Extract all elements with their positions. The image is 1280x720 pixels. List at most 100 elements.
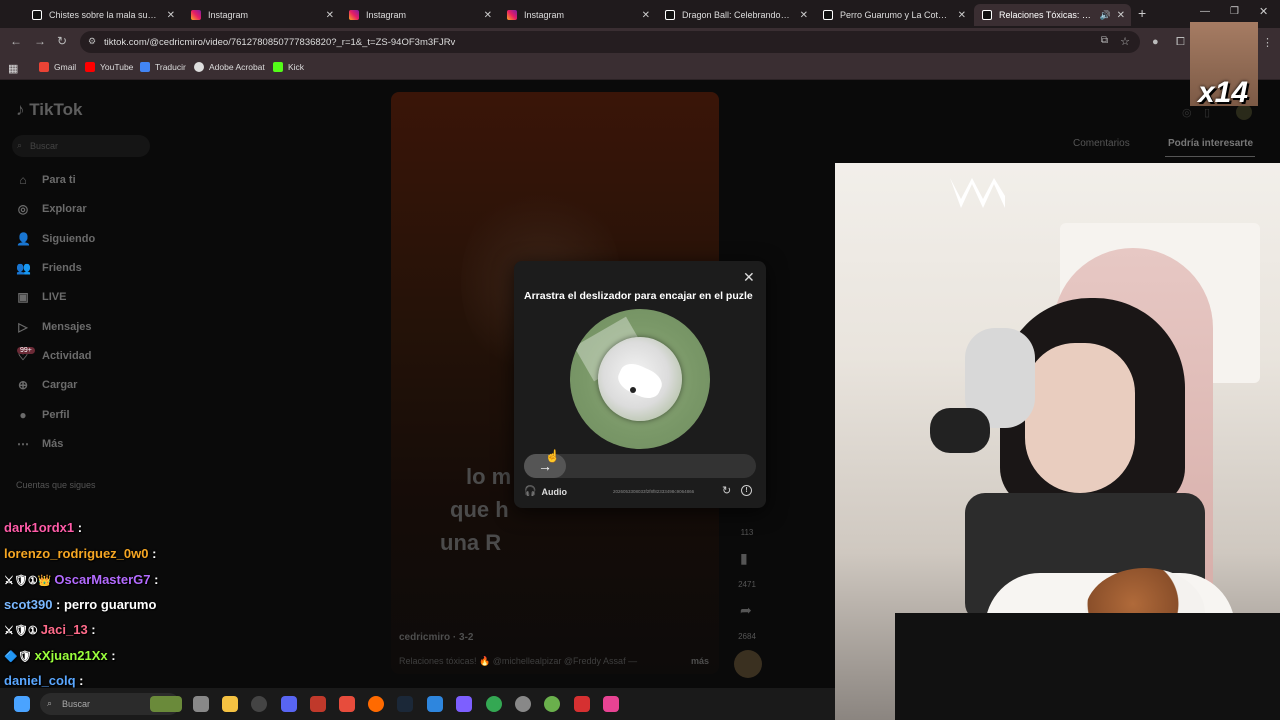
chat-message: daniel_colq : (4, 673, 83, 688)
search-input[interactable]: ⌕ Buscar (12, 135, 150, 157)
live-icon: ▣ (17, 290, 29, 304)
app-icon[interactable] (603, 696, 619, 712)
coins-icon[interactable]: ◎ (1182, 106, 1192, 119)
chrome-icon[interactable] (486, 696, 502, 712)
app-icon[interactable] (339, 696, 355, 712)
discord-icon[interactable] (281, 696, 297, 712)
chat-username[interactable]: OscarMasterG7 (54, 572, 150, 587)
reload-icon[interactable]: ↻ (57, 34, 67, 48)
nav-siguiendo[interactable]: 👤 Siguiendo (16, 232, 95, 246)
nav-label: Más (42, 438, 64, 450)
chat-username[interactable]: lorenzo_rodriguez_0w0 (4, 546, 148, 561)
app-icon[interactable] (310, 696, 326, 712)
close-tab-icon[interactable]: ✕ (484, 10, 492, 21)
app-icon[interactable] (544, 696, 560, 712)
info-icon[interactable]: ! (741, 485, 752, 496)
nav-label: Cargar (42, 379, 78, 391)
chat-username[interactable]: dark1ordx1 (4, 520, 74, 535)
close-tab-icon[interactable]: ✕ (642, 10, 650, 21)
audio-button[interactable]: 🎧 Audio (524, 486, 567, 497)
chat-username[interactable]: daniel_colq (4, 673, 76, 688)
close-tab-icon[interactable]: ✕ (326, 10, 334, 21)
browser-tab-1[interactable]: Chistes sobre la mala suerte y l ✕ (24, 4, 181, 26)
nav-para-ti[interactable]: ⌂ Para ti (16, 173, 75, 187)
bookmark-youtube[interactable]: YouTube (85, 62, 133, 72)
close-window-icon[interactable]: ✕ (1259, 5, 1268, 18)
bookmark-label: YouTube (100, 62, 134, 72)
menu-dots-icon[interactable]: ⋮ (1262, 36, 1273, 49)
tab-podria-interesarte[interactable]: Podría interesarte (1168, 138, 1253, 149)
bookmark-traducir[interactable]: Traducir (140, 62, 186, 72)
address-bar[interactable]: ⚙ tiktok.com/@cedricmiro/video/761278085… (80, 31, 1140, 53)
bookmark-kick[interactable]: Kick (273, 62, 304, 72)
install-app-icon[interactable]: ⧉ (1101, 35, 1108, 46)
browser-tab-7-active[interactable]: Relaciones Tóxicas: ¿Lo Má 🔊 ✕ (974, 4, 1131, 26)
nav-cargar[interactable]: ⊕ Cargar (16, 378, 78, 392)
settings-icon[interactable] (515, 696, 531, 712)
upload-plus-icon: ⊕ (17, 378, 29, 392)
active-tab-underline (1165, 156, 1255, 157)
obs-icon[interactable] (251, 696, 267, 712)
profile-icon[interactable]: ● (1152, 36, 1159, 48)
close-tab-icon[interactable]: ✕ (958, 10, 966, 21)
nav-label: Perfil (42, 409, 70, 421)
refresh-icon[interactable]: ↻ (722, 484, 731, 497)
chat-username[interactable]: scot390 (4, 597, 52, 612)
firefox-icon[interactable] (368, 696, 384, 712)
close-tab-icon[interactable]: ✕ (1117, 10, 1125, 21)
captcha-puzzle-piece (598, 337, 682, 421)
extensions-icon[interactable]: ⧠ (1176, 36, 1185, 49)
tab-comentarios[interactable]: Comentarios (1073, 138, 1130, 149)
chat-username[interactable]: xXjuan21Xx (35, 648, 108, 663)
app-icon[interactable] (427, 696, 443, 712)
nav-friends[interactable]: 👥 Friends (16, 261, 82, 275)
browser-tab-2[interactable]: Instagram ✕ (183, 4, 340, 26)
steam-icon[interactable] (397, 696, 413, 712)
site-info-icon[interactable]: ⚙ (88, 36, 96, 47)
browser-tab-6[interactable]: Perro Guarumo y La Cotorrisa ✕ (815, 4, 972, 26)
tiktok-logo[interactable]: ♪ TikTok (16, 100, 82, 120)
nav-label: Friends (42, 262, 82, 274)
chat-username[interactable]: Jaci_13 (41, 622, 88, 637)
file-explorer-icon[interactable] (222, 696, 238, 712)
speaker-icon[interactable]: 🔊 (1100, 10, 1111, 21)
browser-tab-5[interactable]: Dragon Ball: Celebrando 40 Añ ✕ (657, 4, 814, 26)
app-icon[interactable] (456, 696, 472, 712)
bookmark-icon[interactable]: ▮ (740, 550, 748, 567)
forward-arrow-icon[interactable]: → (34, 34, 46, 48)
video-author[interactable]: cedricmiro · 3-2 (399, 632, 473, 643)
task-view-icon[interactable] (193, 696, 209, 712)
apps-grid-icon[interactable]: ▦ (8, 62, 18, 75)
nav-mas[interactable]: ⋯ Más (16, 437, 63, 451)
more-link[interactable]: más (691, 656, 709, 666)
nav-perfil[interactable]: ● Perfil (16, 408, 70, 422)
chat-badges: 🔷🛡 (4, 651, 32, 663)
music-disc-avatar[interactable] (734, 650, 762, 678)
app-icon[interactable] (574, 696, 590, 712)
bookmark-label: Kick (288, 62, 305, 72)
windows-start-icon[interactable] (14, 696, 30, 712)
bookmark-label: Traducir (155, 62, 186, 72)
back-arrow-icon[interactable]: ← (10, 34, 22, 48)
close-tab-icon[interactable]: ✕ (167, 10, 175, 21)
bookmark-star-icon[interactable]: ☆ (1120, 35, 1130, 48)
chat-text: : (75, 673, 84, 688)
bookmark-adobe-acrobat[interactable]: Adobe Acrobat (194, 62, 265, 72)
bookmark-gmail[interactable]: Gmail (39, 62, 76, 72)
restore-icon[interactable]: ❐ (1230, 6, 1239, 17)
chat-text: : (87, 622, 96, 637)
following-section-title: Cuentas que sigues (16, 480, 96, 490)
captcha-dialog: ✕ Arrastra el deslizador para encajar en… (514, 261, 766, 508)
browser-tab-4[interactable]: Instagram ✕ (499, 4, 656, 26)
nav-live[interactable]: ▣ LIVE (16, 290, 66, 304)
close-icon[interactable]: ✕ (743, 269, 755, 286)
browser-tab-3[interactable]: Instagram ✕ (341, 4, 498, 26)
minimize-icon[interactable]: — (1200, 6, 1210, 17)
close-tab-icon[interactable]: ✕ (800, 10, 808, 21)
share-icon[interactable]: ➦ (740, 602, 752, 619)
url-text: tiktok.com/@cedricmiro/video/76127808507… (104, 36, 456, 48)
new-tab-icon[interactable]: + (1138, 5, 1146, 21)
nav-explorar[interactable]: ◎ Explorar (16, 202, 87, 216)
nav-mensajes[interactable]: ▷ Mensajes (16, 320, 91, 334)
search-highlight-icon (150, 696, 182, 712)
